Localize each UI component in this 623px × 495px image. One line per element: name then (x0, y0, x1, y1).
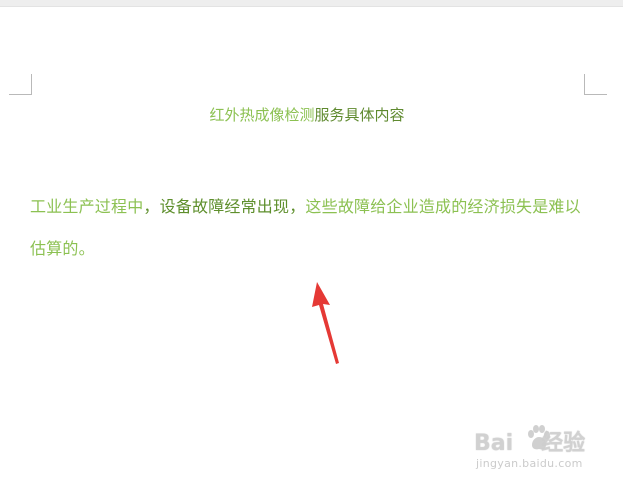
margin-corner-top-left (9, 74, 32, 95)
paragraph-part-1: 工业生产过程中 (30, 197, 144, 216)
document-paragraph[interactable]: 工业生产过程中，设备故障经常出现，这些故障给企业造成的经济损失是难以估算的。 (30, 186, 595, 270)
top-ruler-bar (0, 0, 623, 7)
document-title[interactable]: 红外热成像检测服务具体内容 (0, 105, 614, 125)
watermark-brand-left: Bai (474, 431, 514, 456)
document-title-part-2: 服务具体内容 (314, 106, 405, 124)
watermark-url: jingyan.baidu.com (476, 457, 583, 470)
margin-corner-top-right (584, 74, 607, 95)
baidu-paw-icon (528, 425, 550, 450)
baidu-watermark: Bai 经验 jingyan.baidu.com (474, 425, 594, 480)
red-arrow-icon (312, 282, 339, 364)
document-title-part-1: 红外热成像检测 (209, 106, 315, 124)
paragraph-part-2: ，设备故障经常出现， (143, 197, 306, 216)
